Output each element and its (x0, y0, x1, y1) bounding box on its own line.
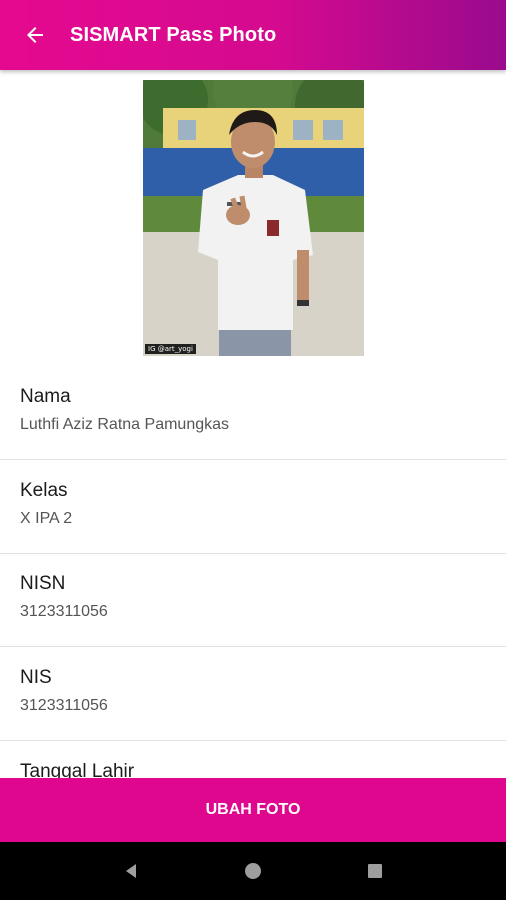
student-photo-image (143, 80, 364, 356)
field-label: Tanggal Lahir (20, 761, 135, 778)
field-nisn: NISN 3123311056 (0, 553, 506, 647)
back-button[interactable] (0, 0, 70, 70)
field-label: NISN (20, 573, 66, 594)
field-value: Luthfi Aziz Ratna Pamungkas (20, 416, 230, 433)
field-value: 3123311056 (20, 697, 108, 714)
profile-content[interactable]: IG @art_yogi Nama Luthfi Aziz Ratna Pamu… (0, 70, 506, 778)
square-recents-icon (368, 864, 382, 878)
circle-home-icon (245, 863, 261, 879)
field-value: 3123311056 (20, 603, 108, 620)
field-label: Nama (20, 386, 71, 407)
field-nama: Nama Luthfi Aziz Ratna Pamungkas (0, 366, 506, 460)
system-home-button[interactable] (228, 846, 278, 896)
change-photo-button[interactable]: UBAH FOTO (0, 778, 506, 842)
system-navigation-bar (0, 842, 506, 900)
system-back-button[interactable] (106, 846, 156, 896)
system-recents-button[interactable] (350, 846, 400, 896)
arrow-left-icon (27, 27, 43, 43)
app-bar: SISMART Pass Photo (0, 0, 506, 70)
field-nis: NIS 3123311056 (0, 647, 506, 741)
field-tanggal-lahir: Tanggal Lahir (0, 741, 506, 778)
page-title: SISMART Pass Photo (70, 23, 277, 46)
field-label: NIS (20, 667, 52, 688)
photo-watermark: IG @art_yogi (145, 344, 196, 354)
field-value: X IPA 2 (20, 510, 73, 527)
field-kelas: Kelas X IPA 2 (0, 460, 506, 554)
field-label: Kelas (20, 480, 68, 501)
pass-photo: IG @art_yogi (143, 80, 364, 356)
triangle-back-icon (126, 864, 136, 878)
